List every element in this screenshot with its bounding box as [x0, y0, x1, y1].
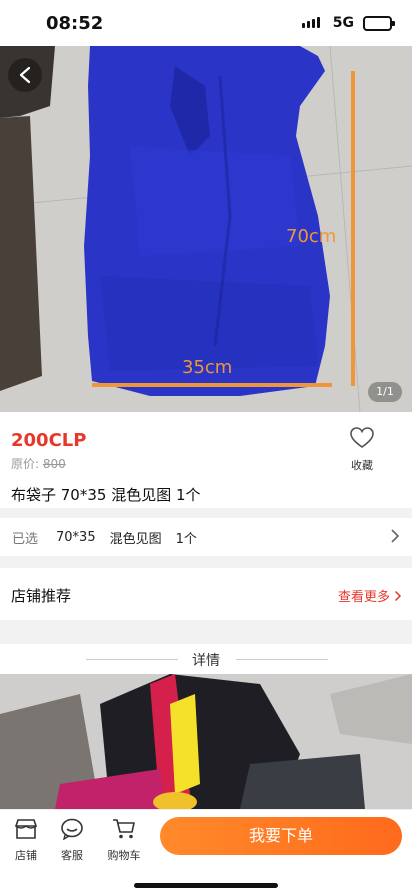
- home-indicator: [134, 883, 278, 888]
- spec-quantity: 1个: [175, 531, 197, 547]
- bottom-action-bar: 店铺 客服 购物车 我要下单: [0, 809, 412, 894]
- product-photo: 70cm 35cm: [0, 46, 412, 412]
- spec-color: 混色见图: [109, 531, 162, 547]
- chevron-right-icon: [394, 590, 402, 601]
- section-divider: [0, 508, 412, 518]
- status-time: 08:52: [46, 13, 104, 34]
- product-price: 200CLP: [11, 430, 87, 451]
- product-title: 布袋子 70*35 混色见图 1个: [11, 486, 201, 504]
- favorite-button[interactable]: 收藏: [342, 426, 382, 473]
- favorite-label: 收藏: [351, 459, 373, 472]
- price-section: 200CLP 原价: 800 收藏: [0, 412, 412, 484]
- chevron-right-icon: [391, 529, 400, 543]
- tab-cart[interactable]: 购物车: [100, 818, 148, 863]
- section-divider: [0, 620, 412, 644]
- detail-photo: [0, 674, 412, 809]
- detail-image: [0, 674, 412, 809]
- spec-selector[interactable]: 已选 70*35 混色见图 1个: [0, 518, 412, 556]
- details-heading: 详情: [192, 653, 220, 669]
- tab-store[interactable]: 店铺: [6, 818, 46, 863]
- tab-customer-service[interactable]: 客服: [52, 818, 92, 863]
- view-more-label: 查看更多: [337, 590, 390, 605]
- spec-size: 70*35: [56, 529, 96, 545]
- network-label: 5G: [332, 15, 354, 31]
- spec-label: 已选: [12, 531, 39, 547]
- view-more-link[interactable]: 查看更多: [338, 586, 402, 605]
- battery-icon: [363, 16, 395, 31]
- shop-recommend-section: 店铺推荐 查看更多: [0, 568, 412, 620]
- tab-cart-label: 购物车: [107, 849, 141, 862]
- original-price-value: 800: [42, 457, 66, 471]
- store-icon: [14, 819, 38, 839]
- heart-icon: [350, 427, 374, 448]
- signal-icon: [302, 17, 320, 28]
- tab-store-label: 店铺: [15, 849, 37, 862]
- shop-recommend-title: 店铺推荐: [11, 587, 72, 605]
- height-measure-label: 70cm: [286, 226, 336, 247]
- image-counter: 1/1: [368, 382, 402, 402]
- buy-now-button[interactable]: 我要下单: [160, 817, 402, 855]
- original-price-label: 原价:: [11, 457, 40, 471]
- section-divider: [0, 556, 412, 568]
- details-header: 详情: [0, 644, 412, 674]
- cart-icon: [113, 819, 135, 839]
- original-price: 原价: 800: [11, 455, 66, 472]
- width-measure-label: 35cm: [182, 357, 232, 378]
- tab-customer-service-label: 客服: [61, 849, 83, 862]
- back-button[interactable]: [8, 58, 42, 92]
- chevron-left-icon: [19, 66, 31, 84]
- product-image-carousel[interactable]: 70cm 35cm 1/1: [0, 46, 412, 412]
- status-bar: 08:52 5G: [0, 0, 412, 46]
- chat-icon: [61, 818, 83, 841]
